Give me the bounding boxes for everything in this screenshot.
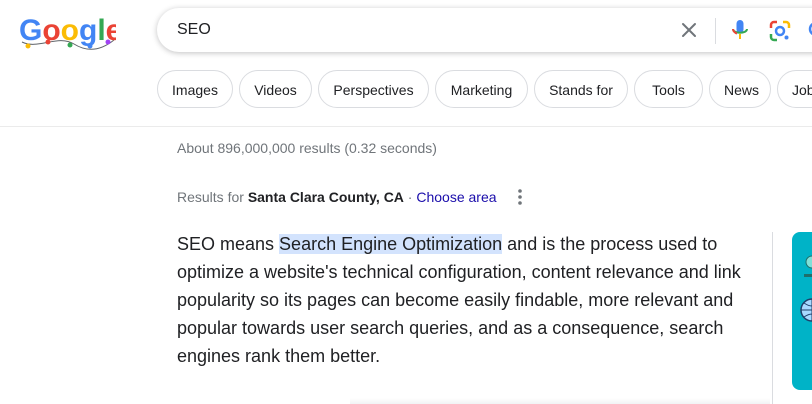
microphone-icon[interactable] (729, 18, 751, 42)
chip-stands-for[interactable]: Stands for (534, 70, 628, 108)
chip-videos[interactable]: Videos (239, 70, 312, 108)
bottom-shadow (350, 398, 770, 404)
snippet-highlight: Search Engine Optimization (279, 234, 503, 254)
location-prefix: Results for (177, 189, 248, 205)
more-options-icon[interactable] (512, 187, 528, 207)
svg-text:Google: Google (19, 14, 116, 47)
location-name: Santa Clara County, CA (247, 189, 404, 205)
lens-icon[interactable] (769, 20, 791, 42)
location-line: Results for Santa Clara County, CA · Cho… (177, 189, 497, 205)
featured-snippet-text: SEO means Search Engine Optimization and… (177, 230, 757, 370)
snippet-text-before: SEO means (177, 234, 280, 254)
chip-jobs[interactable]: Jobs (777, 70, 812, 108)
choose-area-link[interactable]: Choose area (416, 189, 496, 205)
search-box (157, 8, 812, 52)
chip-images[interactable]: Images (157, 70, 233, 108)
header-divider (0, 126, 812, 127)
snippet-divider (772, 232, 773, 404)
search-results-page: Google SEO Images Videos Perspectives Ma… (0, 0, 812, 404)
search-box-divider (715, 18, 716, 44)
snippet-thumbnail[interactable] (792, 232, 812, 390)
result-stats: About 896,000,000 results (0.32 seconds) (177, 140, 437, 156)
chip-marketing[interactable]: Marketing (435, 70, 528, 108)
close-icon[interactable] (678, 19, 700, 41)
search-icon[interactable] (807, 20, 812, 42)
google-logo[interactable]: Google (18, 12, 116, 50)
search-input[interactable] (177, 8, 657, 52)
chip-tools[interactable]: Tools (634, 70, 703, 108)
chip-perspectives[interactable]: Perspectives (318, 70, 429, 108)
chip-news[interactable]: News (709, 70, 771, 108)
location-separator: · (403, 189, 417, 205)
